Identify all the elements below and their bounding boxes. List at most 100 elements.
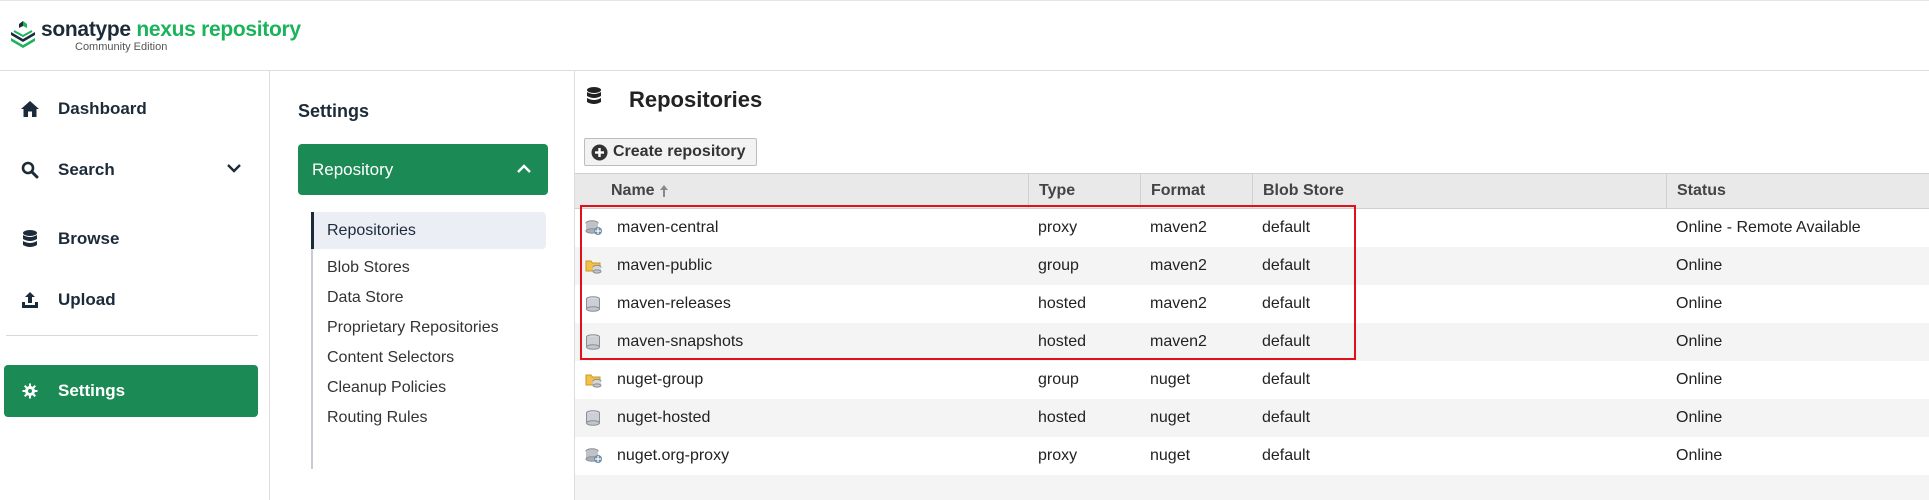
gear-icon	[18, 383, 42, 399]
cell-status: Online - Remote Available	[1676, 219, 1861, 236]
cell-name: maven-public	[617, 257, 713, 274]
nav-item-search[interactable]: Search	[4, 144, 258, 196]
table-row[interactable]: maven-releases hosted maven2 default Online	[575, 285, 1929, 323]
repository-group-toggle[interactable]: Repository	[298, 144, 548, 195]
table-row[interactable]: maven-snapshots hosted maven2 default Online	[575, 323, 1929, 361]
table-row[interactable]: maven-central proxy maven2 default Online - …	[575, 209, 1929, 247]
repository-group-label: Repository	[312, 159, 394, 179]
hosted-repository-icon	[585, 296, 601, 317]
column-header-status[interactable]: Status	[1666, 174, 1929, 208]
cell-blob-store: default	[1262, 409, 1311, 426]
sort-ascending-icon	[659, 184, 669, 198]
settings-item-routing-rules[interactable]: Routing Rules	[313, 399, 546, 436]
nav-item-label: Browse	[58, 229, 120, 248]
settings-panel: Settings Repository Repositories Blob St…	[270, 71, 575, 500]
cell-status: Online	[1676, 371, 1723, 388]
database-icon	[586, 86, 602, 111]
table-body: maven-central proxy maven2 default Online - …	[575, 209, 1929, 475]
settings-item-repositories[interactable]: Repositories	[311, 212, 546, 249]
nav-item-dashboard[interactable]: Dashboard	[4, 83, 258, 135]
search-icon	[18, 161, 42, 179]
cell-type: hosted	[1038, 333, 1087, 350]
cell-format: nuget	[1150, 409, 1191, 426]
page-title: Repositories	[629, 87, 763, 112]
nav-item-upload[interactable]: Upload	[4, 274, 258, 326]
create-repository-label: Create repository	[613, 143, 746, 160]
nav-divider	[6, 335, 258, 336]
column-header-type[interactable]: Type	[1028, 174, 1140, 208]
logo[interactable]: sonatype nexus repository Community Edit…	[9, 19, 301, 55]
group-repository-icon	[585, 258, 603, 279]
column-header-format[interactable]: Format	[1140, 174, 1252, 208]
brand-product: nexus repository	[136, 18, 301, 41]
page-header: Repositories	[575, 71, 1929, 131]
cell-type: group	[1038, 257, 1079, 274]
cell-blob-store: default	[1262, 333, 1311, 350]
cell-blob-store: default	[1262, 447, 1311, 464]
cell-format: maven2	[1150, 295, 1207, 312]
table-header: Name Type Format Blob Store Status	[575, 173, 1929, 209]
cell-blob-store: default	[1262, 295, 1311, 312]
home-icon	[18, 100, 42, 118]
upload-icon	[18, 291, 42, 309]
cell-status: Online	[1676, 447, 1723, 464]
cell-name: maven-central	[617, 219, 719, 236]
top-bar: sonatype nexus repository Community Edit…	[0, 0, 1929, 71]
cell-blob-store: default	[1262, 219, 1311, 236]
brand-sonatype: sonatype	[41, 18, 131, 41]
proxy-repository-icon	[585, 448, 603, 469]
brand-name: sonatype nexus repository	[41, 19, 301, 40]
cell-type: hosted	[1038, 409, 1087, 426]
cell-name: maven-releases	[617, 295, 731, 312]
hosted-repository-icon	[585, 410, 601, 431]
cell-name: nuget-group	[617, 371, 704, 388]
main-content: Repositories Create repository Name Type…	[575, 71, 1929, 500]
table-row[interactable]: maven-public group maven2 default Online	[575, 247, 1929, 285]
group-repository-icon	[585, 372, 603, 393]
chevron-up-icon	[516, 161, 532, 182]
settings-title: Settings	[298, 101, 370, 121]
cell-status: Online	[1676, 409, 1723, 426]
cell-status: Online	[1676, 333, 1723, 350]
column-header-name[interactable]: Name	[611, 174, 1033, 208]
table-row[interactable]: nuget-group group nuget default Online	[575, 361, 1929, 399]
nav-item-label: Upload	[58, 290, 116, 309]
plus-circle-icon	[591, 144, 608, 160]
table-row[interactable]: nuget.org-proxy proxy nuget default Online	[575, 437, 1929, 475]
cell-format: maven2	[1150, 219, 1207, 236]
cell-format: nuget	[1150, 371, 1191, 388]
cell-type: hosted	[1038, 295, 1087, 312]
proxy-repository-icon	[585, 220, 603, 241]
cell-name: maven-snapshots	[617, 333, 744, 350]
cell-blob-store: default	[1262, 371, 1311, 388]
sonatype-logo-icon	[11, 21, 35, 48]
cell-status: Online	[1676, 257, 1723, 274]
cell-blob-store: default	[1262, 257, 1311, 274]
nav-item-browse[interactable]: Browse	[4, 213, 258, 265]
hosted-repository-icon	[585, 334, 601, 355]
create-repository-button[interactable]: Create repository	[584, 138, 757, 166]
nav-item-label: Settings	[58, 381, 126, 400]
cell-type: group	[1038, 371, 1079, 388]
main-nav: Dashboard Search Browse Upload Settings	[0, 71, 270, 500]
cell-type: proxy	[1038, 219, 1078, 236]
cell-status: Online	[1676, 295, 1723, 312]
column-header-name-label: Name	[611, 182, 655, 199]
column-header-blob-store[interactable]: Blob Store	[1252, 174, 1666, 208]
cell-name: nuget-hosted	[617, 409, 711, 426]
cell-format: nuget	[1150, 447, 1191, 464]
nav-item-label: Dashboard	[58, 99, 147, 118]
cell-name: nuget.org-proxy	[617, 447, 730, 464]
cell-type: proxy	[1038, 447, 1078, 464]
nav-item-settings[interactable]: Settings	[4, 365, 258, 417]
nav-item-label: Search	[58, 160, 115, 179]
cell-format: maven2	[1150, 333, 1207, 350]
database-icon	[18, 229, 42, 249]
cell-format: maven2	[1150, 257, 1207, 274]
table-row[interactable]: nuget-hosted hosted nuget default Online	[575, 399, 1929, 437]
toolbar	[575, 131, 1929, 173]
brand-edition: Community Edition	[75, 41, 168, 53]
header-icon-column	[575, 174, 611, 208]
repositories-table: Name Type Format Blob Store Status maven…	[575, 173, 1929, 475]
chevron-down-icon[interactable]	[226, 160, 242, 181]
